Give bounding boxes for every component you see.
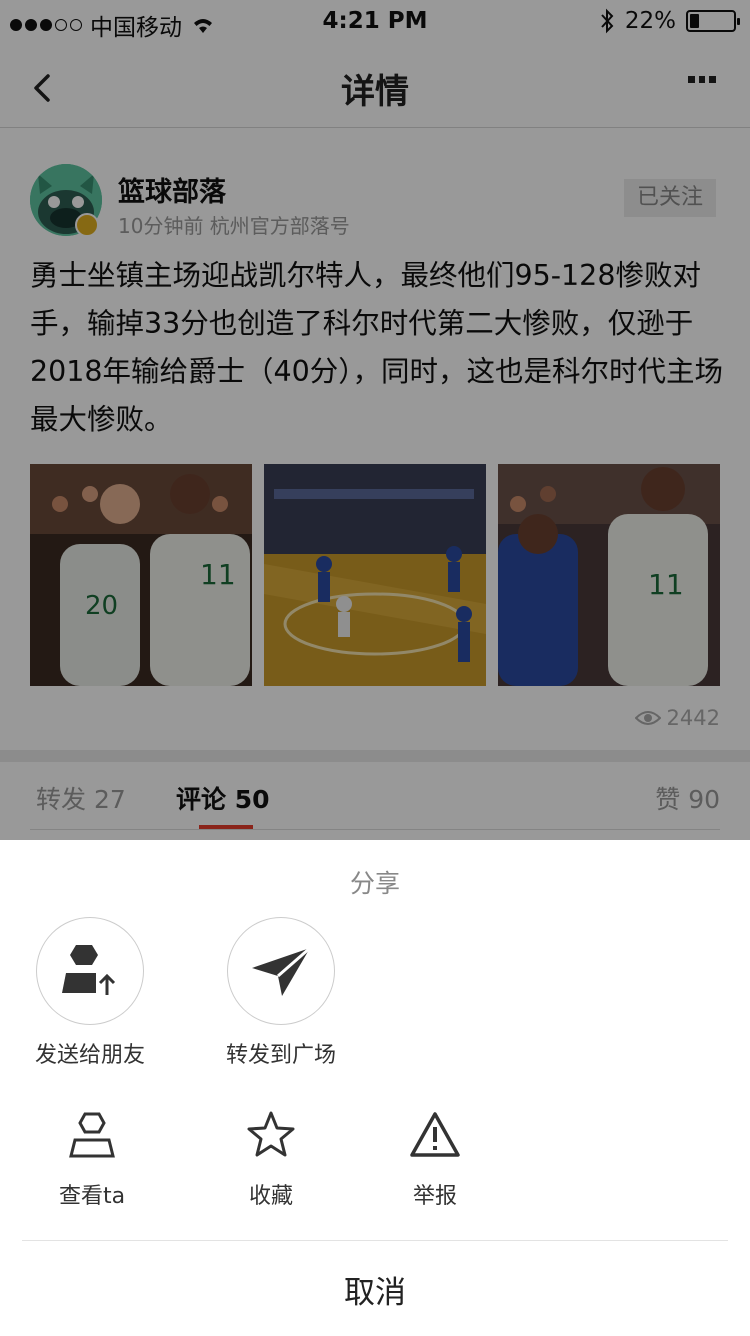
report-label: 举报 <box>412 1184 457 1209</box>
send-to-friend-label: 发送给朋友 <box>34 1043 145 1068</box>
favorite-label: 收藏 <box>248 1184 293 1209</box>
user-icon <box>69 1112 115 1158</box>
repost-to-square-button[interactable]: 转发到广场 <box>201 917 361 1069</box>
cancel-button[interactable]: 取消 <box>0 1241 750 1336</box>
modal-backdrop[interactable] <box>0 0 750 840</box>
repost-to-square-label: 转发到广场 <box>225 1043 336 1068</box>
share-sheet: 分享 发送给朋友 转发到广场 查看ta 收藏 举报 取消 <box>0 840 750 1336</box>
view-profile-button[interactable]: 查看ta <box>22 1108 162 1210</box>
star-icon <box>247 1111 295 1157</box>
send-to-friend-button[interactable]: 发送给朋友 <box>10 917 170 1069</box>
warning-icon <box>410 1112 460 1157</box>
view-profile-label: 查看ta <box>58 1184 126 1209</box>
report-button[interactable]: 举报 <box>365 1108 505 1210</box>
send-to-friend-icon <box>62 945 120 999</box>
paper-plane-icon <box>252 946 311 996</box>
share-sheet-title: 分享 <box>349 869 400 898</box>
favorite-button[interactable]: 收藏 <box>201 1108 341 1210</box>
